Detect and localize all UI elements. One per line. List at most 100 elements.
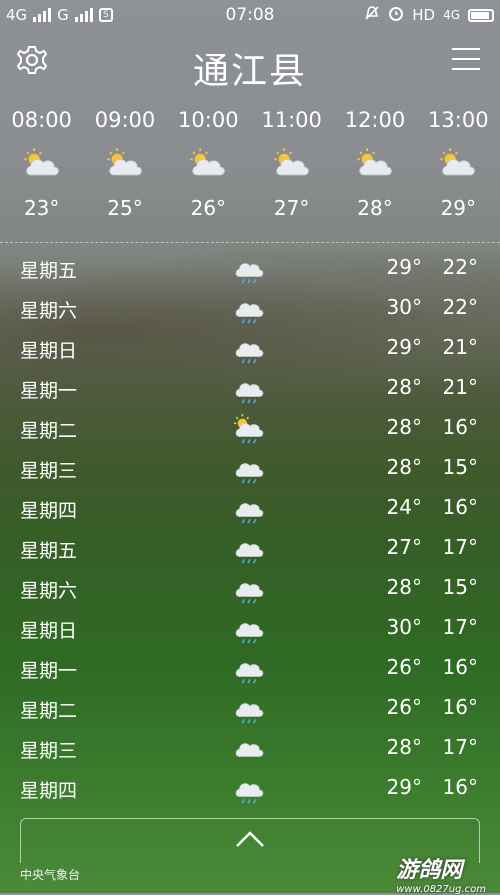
low-temp: 16° <box>442 695 478 719</box>
partly-cloudy-sun-icon <box>0 136 83 196</box>
hd-label: HD <box>412 6 436 24</box>
high-temp: 26° <box>386 655 422 679</box>
low-temp: 22° <box>442 295 478 319</box>
hour-time: 10:00 <box>178 108 239 132</box>
hour-item: 09:00 25° <box>83 108 166 220</box>
high-temp: 29° <box>386 775 422 799</box>
watermark: 游鸽网 www.0827ug.com <box>396 852 486 895</box>
day-row: 星期三 28° 17° <box>0 728 500 768</box>
hour-item: 10:00 26° <box>167 108 250 220</box>
battery-icon <box>468 8 494 22</box>
high-temp: 30° <box>386 295 422 319</box>
low-temp: 15° <box>442 455 478 479</box>
partly-cloudy-sun-icon <box>83 136 166 196</box>
rain-icon <box>232 332 266 370</box>
daily-forecast: 星期五 29° 22° 星期六 30° 22° 星期日 29° 21° 星期一 28° 21° 星期二 2… <box>0 248 500 808</box>
high-temp: 28° <box>386 735 422 759</box>
low-temp: 21° <box>442 375 478 399</box>
rain-icon <box>232 572 266 610</box>
hour-item: 12:00 28° <box>333 108 416 220</box>
high-temp: 24° <box>386 495 422 519</box>
day-row: 星期二 28° 16° <box>0 408 500 448</box>
hour-temp: 29° <box>440 196 477 220</box>
partly-cloudy-sun-icon <box>167 136 250 196</box>
partly-cloudy-sun-icon <box>250 136 333 196</box>
rain-icon <box>232 492 266 530</box>
cloudy-icon <box>232 732 266 770</box>
hour-time: 11:00 <box>261 108 322 132</box>
day-label: 星期日 <box>20 620 78 642</box>
day-label: 星期三 <box>20 740 78 762</box>
hourly-forecast: 08:00 23° 09:00 25° 10:00 26° 11:00 27° 12:00 28°… <box>0 108 500 220</box>
day-row: 星期六 30° 22° <box>0 288 500 328</box>
low-temp: 16° <box>442 415 478 439</box>
sun-rain-icon <box>232 412 266 450</box>
day-row: 星期五 27° 17° <box>0 528 500 568</box>
day-row: 星期日 30° 17° <box>0 608 500 648</box>
day-row: 星期六 28° 15° <box>0 568 500 608</box>
day-row: 星期二 26° 16° <box>0 688 500 728</box>
hour-time: 13:00 <box>428 108 489 132</box>
hour-temp: 25° <box>107 196 143 220</box>
menu-icon[interactable] <box>452 48 480 78</box>
day-label: 星期四 <box>20 500 78 522</box>
low-temp: 17° <box>442 735 478 759</box>
day-row: 星期三 28° 15° <box>0 448 500 488</box>
day-row: 星期四 29° 16° <box>0 768 500 808</box>
status-bar: 4G G S 07:08 HD 4G <box>0 0 500 30</box>
day-label: 星期二 <box>20 700 78 722</box>
rain-icon <box>232 612 266 650</box>
high-temp: 26° <box>386 695 422 719</box>
day-label: 星期一 <box>20 380 78 402</box>
low-temp: 17° <box>442 615 478 639</box>
low-temp: 22° <box>442 255 478 279</box>
hour-time: 09:00 <box>94 108 156 132</box>
low-temp: 21° <box>442 335 478 359</box>
high-temp: 28° <box>386 575 422 599</box>
day-row: 星期一 28° 21° <box>0 368 500 408</box>
rain-icon <box>232 652 266 690</box>
day-label: 星期五 <box>20 540 78 562</box>
watermark-logo: 游鸽网 <box>396 858 463 883</box>
network-label-3: 4G <box>443 8 460 22</box>
partly-cloudy-sun-icon <box>333 136 416 196</box>
low-temp: 17° <box>442 535 478 559</box>
day-row: 星期一 26° 16° <box>0 648 500 688</box>
header: 通江县 <box>0 34 500 94</box>
rain-icon <box>232 772 266 810</box>
hour-item: 08:00 23° <box>0 108 83 220</box>
day-row: 星期四 24° 16° <box>0 488 500 528</box>
hour-temp: 27° <box>273 196 310 220</box>
day-label: 星期日 <box>20 340 78 362</box>
day-label: 星期四 <box>20 780 78 802</box>
low-temp: 16° <box>442 655 478 679</box>
day-label: 星期五 <box>20 260 78 282</box>
chevron-up-icon <box>234 829 266 853</box>
high-temp: 27° <box>386 535 422 559</box>
divider <box>0 242 500 243</box>
rain-icon <box>232 372 266 410</box>
hour-time: 08:00 <box>11 108 72 132</box>
high-temp: 30° <box>386 615 422 639</box>
hour-temp: 23° <box>23 196 60 220</box>
low-temp: 15° <box>442 575 478 599</box>
day-label: 星期一 <box>20 660 78 682</box>
alarm-icon <box>388 5 404 25</box>
day-label: 星期三 <box>20 460 78 482</box>
rain-icon <box>232 452 266 490</box>
rain-icon <box>232 692 266 730</box>
mute-icon <box>364 5 380 25</box>
day-label: 星期六 <box>20 580 78 602</box>
high-temp: 28° <box>386 415 422 439</box>
high-temp: 29° <box>386 255 422 279</box>
hour-time: 12:00 <box>344 108 406 132</box>
day-row: 星期日 29° 21° <box>0 328 500 368</box>
partly-cloudy-sun-icon <box>417 136 500 196</box>
high-temp: 29° <box>386 335 422 359</box>
low-temp: 16° <box>442 775 478 799</box>
city-title: 通江县 <box>192 51 307 92</box>
hour-temp: 26° <box>190 196 227 220</box>
day-row: 星期五 29° 22° <box>0 248 500 288</box>
low-temp: 16° <box>442 495 478 519</box>
day-label: 星期六 <box>20 300 78 322</box>
